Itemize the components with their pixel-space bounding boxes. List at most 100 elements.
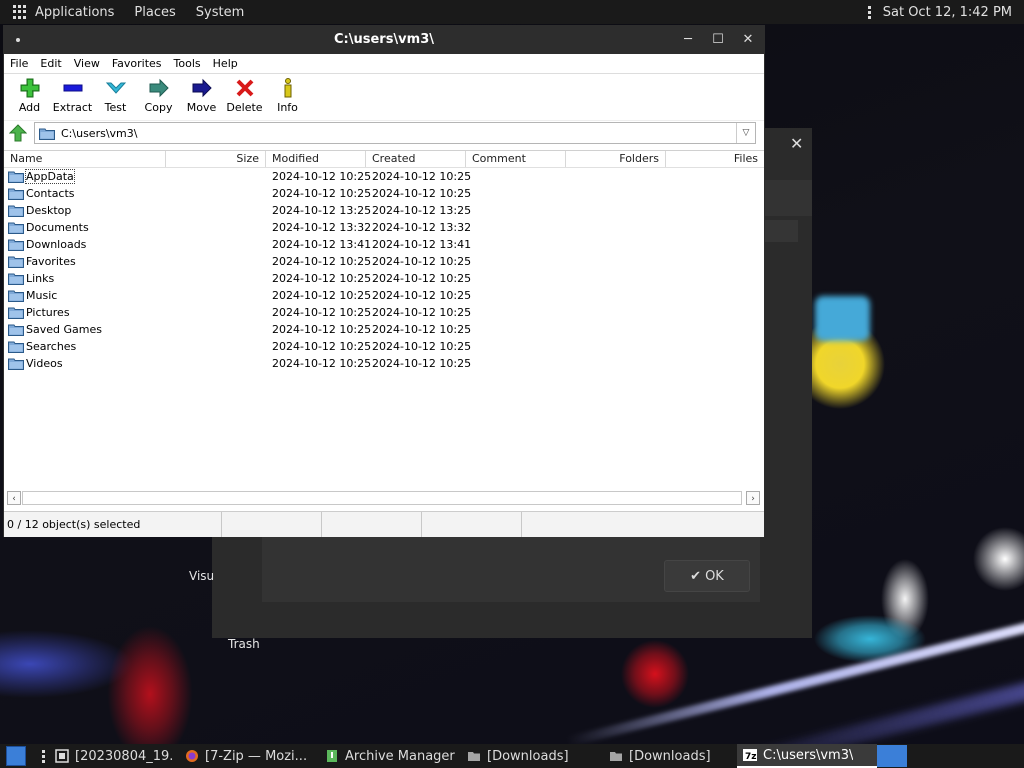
show-desktop-button[interactable] <box>0 744 38 768</box>
cell-created: 2024-10-12 10:25 <box>372 340 472 353</box>
cell-created: 2024-10-12 10:25 <box>372 289 472 302</box>
up-folder-button[interactable] <box>6 122 30 144</box>
cell-name: Contacts <box>4 187 166 200</box>
chevron-down-icon[interactable]: ▽ <box>736 123 755 143</box>
kebab-menu-icon[interactable] <box>42 749 45 763</box>
firefox-icon <box>185 749 199 763</box>
folder-icon <box>8 256 24 268</box>
col-created[interactable]: Created <box>366 151 466 167</box>
places-menu[interactable]: Places <box>134 5 175 20</box>
file-list[interactable]: Name Size Modified Created Comment Folde… <box>4 150 764 491</box>
file-name: Saved Games <box>26 323 102 336</box>
horizontal-scrollbar[interactable]: ‹ › <box>4 490 764 507</box>
ok-button[interactable]: ✔ OK <box>664 560 750 592</box>
table-row[interactable]: Links 2024-10-12 10:25 2024-10-12 10:25 <box>4 270 764 287</box>
menu-help[interactable]: Help <box>213 57 238 70</box>
col-name[interactable]: Name <box>4 151 166 167</box>
menu-tools[interactable]: Tools <box>174 57 201 70</box>
column-header: Name Size Modified Created Comment Folde… <box>4 151 764 168</box>
minus-icon <box>61 78 85 98</box>
desktop-icon <box>6 746 26 766</box>
maximize-icon[interactable]: ☐ <box>708 30 728 50</box>
check-icon <box>104 78 128 98</box>
cell-created: 2024-10-12 13:32 <box>372 221 472 234</box>
file-name: Downloads <box>26 238 87 251</box>
menu-favorites[interactable]: Favorites <box>112 57 162 70</box>
folder-icon <box>467 749 481 763</box>
scroll-right-icon[interactable]: › <box>746 491 760 505</box>
info-button[interactable]: Info <box>266 74 309 114</box>
file-name: Contacts <box>26 187 75 200</box>
table-row[interactable]: AppData 2024-10-12 10:25 2024-10-12 10:2… <box>4 168 764 185</box>
file-name: Videos <box>26 357 63 370</box>
workspace-switcher[interactable] <box>877 744 907 768</box>
wallpaper-streak <box>703 665 1024 744</box>
table-row[interactable]: Music 2024-10-12 10:25 2024-10-12 10:25 <box>4 287 764 304</box>
table-row[interactable]: Favorites 2024-10-12 10:25 2024-10-12 10… <box>4 253 764 270</box>
taskbar-item[interactable]: 7z C:\users\vm3\ <box>737 744 877 768</box>
taskbar-label: [20230804_19... <box>75 748 173 764</box>
minimize-icon[interactable]: ─ <box>678 30 698 50</box>
folder-icon <box>8 358 24 370</box>
col-comment[interactable]: Comment <box>466 151 566 167</box>
taskbar: [20230804_19... [7-Zip — Mozi... Archive… <box>0 744 1024 768</box>
close-icon[interactable]: ✕ <box>738 30 758 50</box>
col-size[interactable]: Size <box>166 151 266 167</box>
folder-icon <box>8 171 24 183</box>
desktop-icon-label[interactable]: Visu <box>189 569 214 583</box>
apps-grid-icon[interactable] <box>13 5 27 19</box>
address-field[interactable]: C:\users\vm3\ ▽ <box>34 122 756 144</box>
test-button[interactable]: Test <box>94 74 137 114</box>
menu-view[interactable]: View <box>74 57 100 70</box>
add-button[interactable]: Add <box>8 74 51 114</box>
table-row[interactable]: Downloads 2024-10-12 13:41 2024-10-12 13… <box>4 236 764 253</box>
move-button[interactable]: Move <box>180 74 223 114</box>
extract-button[interactable]: Extract <box>51 74 94 114</box>
dialog-close-icon[interactable]: ✕ <box>790 134 803 153</box>
col-files[interactable]: Files <box>666 151 764 167</box>
svg-text:7z: 7z <box>745 752 757 762</box>
workspace-1[interactable] <box>877 745 907 767</box>
check-icon: ✔ <box>690 568 702 584</box>
title-bar[interactable]: C:\users\vm3\ ─ ☐ ✕ <box>4 26 764 54</box>
table-row[interactable]: Searches 2024-10-12 10:25 2024-10-12 10:… <box>4 338 764 355</box>
clock[interactable]: Sat Oct 12, 1:42 PM <box>883 5 1012 20</box>
menu-edit[interactable]: Edit <box>40 57 61 70</box>
cell-modified: 2024-10-12 13:25 <box>272 204 372 217</box>
cell-modified: 2024-10-12 13:32 <box>272 221 372 234</box>
system-menu[interactable]: System <box>196 5 244 20</box>
applications-menu[interactable]: Applications <box>35 5 114 20</box>
taskbar-item[interactable]: [7-Zip — Mozi... <box>179 744 319 768</box>
col-folders[interactable]: Folders <box>566 151 666 167</box>
taskbar-item[interactable]: [Downloads] <box>603 744 737 768</box>
table-row[interactable]: Videos 2024-10-12 10:25 2024-10-12 10:25 <box>4 355 764 372</box>
scroll-track[interactable] <box>22 491 742 505</box>
x-icon <box>233 78 257 98</box>
cell-name: Downloads <box>4 238 166 251</box>
cell-name: Desktop <box>4 204 166 217</box>
cell-created: 2024-10-12 10:25 <box>372 272 472 285</box>
table-row[interactable]: Pictures 2024-10-12 10:25 2024-10-12 10:… <box>4 304 764 321</box>
kebab-menu-icon[interactable] <box>867 5 871 19</box>
table-row[interactable]: Contacts 2024-10-12 10:25 2024-10-12 10:… <box>4 185 764 202</box>
taskbar-label: [Downloads] <box>487 748 569 764</box>
address-bar: C:\users\vm3\ ▽ <box>4 120 764 145</box>
table-row[interactable]: Documents 2024-10-12 13:32 2024-10-12 13… <box>4 219 764 236</box>
cell-modified: 2024-10-12 10:25 <box>272 340 372 353</box>
table-row[interactable]: Desktop 2024-10-12 13:25 2024-10-12 13:2… <box>4 202 764 219</box>
trash-label[interactable]: Trash <box>228 637 260 651</box>
copy-button[interactable]: Copy <box>137 74 180 114</box>
taskbar-item[interactable]: [20230804_19... <box>49 744 179 768</box>
cell-name: Searches <box>4 340 166 353</box>
taskbar-item[interactable]: Archive Manager <box>319 744 461 768</box>
scroll-left-icon[interactable]: ‹ <box>7 491 21 505</box>
table-row[interactable]: Saved Games 2024-10-12 10:25 2024-10-12 … <box>4 321 764 338</box>
delete-button[interactable]: Delete <box>223 74 266 114</box>
folder-icon <box>8 307 24 319</box>
cell-modified: 2024-10-12 10:25 <box>272 289 372 302</box>
cell-name: AppData <box>4 169 166 184</box>
cell-modified: 2024-10-12 10:25 <box>272 187 372 200</box>
menu-file[interactable]: File <box>10 57 28 70</box>
col-modified[interactable]: Modified <box>266 151 366 167</box>
taskbar-item[interactable]: [Downloads] <box>461 744 603 768</box>
